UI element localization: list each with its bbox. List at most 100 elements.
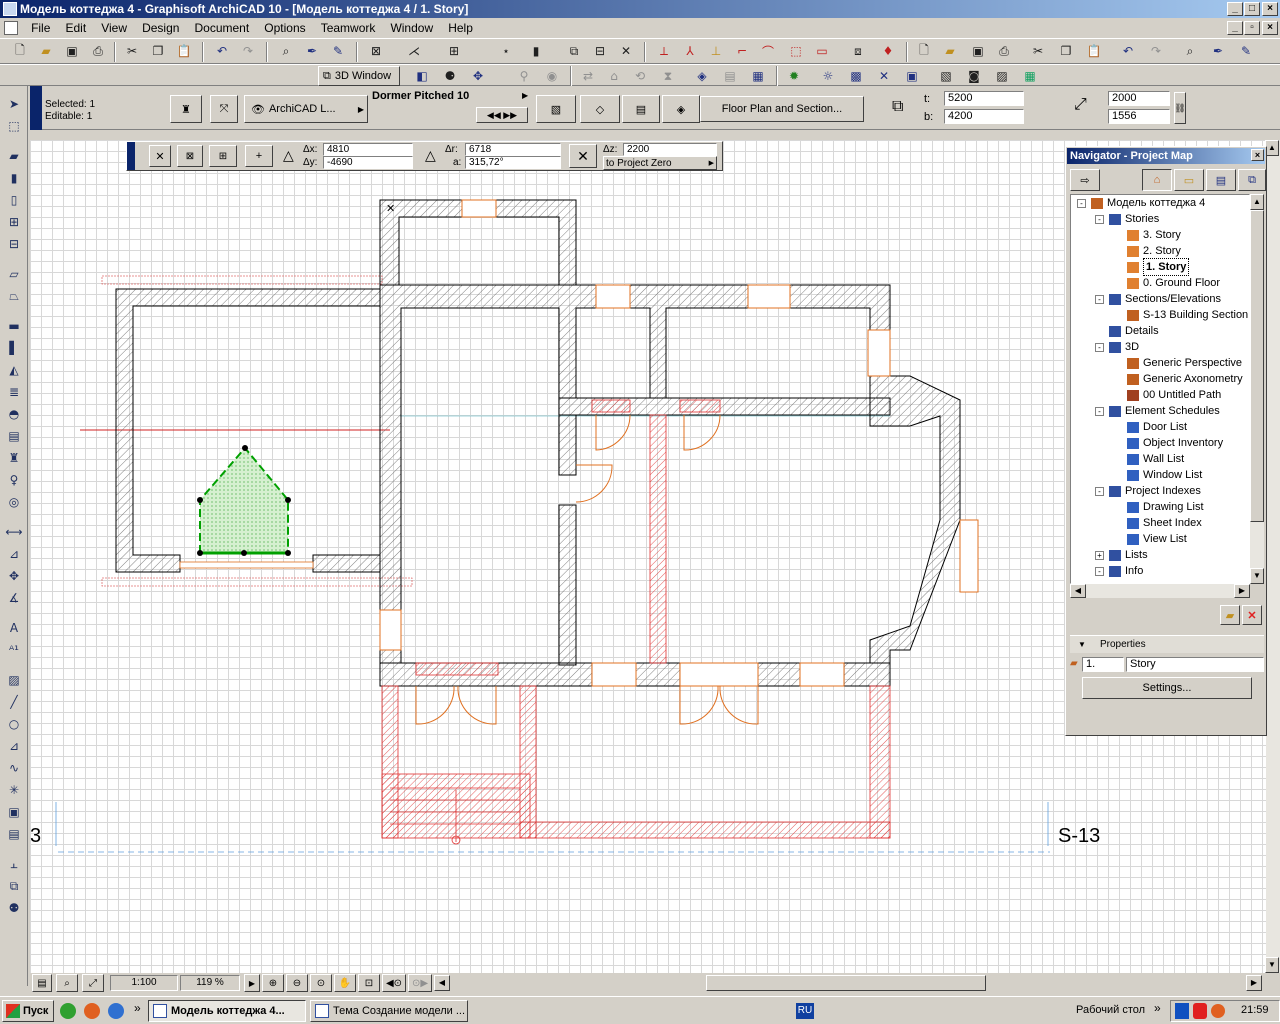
tree-item[interactable]: - Project Indexes: [1095, 483, 1201, 499]
tree-scroll-up-icon[interactable]: ▲: [1250, 194, 1264, 210]
wall-tool-icon[interactable]: ▰: [4, 146, 24, 166]
b-value-field[interactable]: 4200: [944, 109, 1024, 124]
object-tool-icon[interactable]: ▤: [4, 426, 24, 446]
cut-2-icon[interactable]: ✂: [1028, 41, 1048, 61]
maximize-icon[interactable]: □: [1244, 2, 1260, 16]
menu-options[interactable]: Options: [258, 18, 311, 38]
navigator-publish-icon[interactable]: ⇨: [1070, 169, 1100, 191]
height-field[interactable]: 1556: [1108, 109, 1170, 124]
photo-render-icon[interactable]: ▧: [936, 66, 956, 86]
fit-window-icon[interactable]: ⊡: [358, 974, 380, 992]
save-icon[interactable]: ▣: [62, 41, 82, 61]
orbit-icon[interactable]: ⟲: [630, 66, 650, 86]
dz-field[interactable]: 2200: [623, 143, 717, 156]
label-tool-icon[interactable]: ᴬ¹: [4, 640, 24, 660]
zoom-out-icon[interactable]: ⊖: [286, 974, 308, 992]
hotspot-tool-icon[interactable]: ✳: [4, 780, 24, 800]
elevation-reference-icon[interactable]: ✕: [569, 144, 597, 168]
doc-close-icon[interactable]: ×: [1262, 21, 1278, 35]
render-icon[interactable]: ▩: [846, 66, 866, 86]
menu-file[interactable]: File: [25, 18, 56, 38]
3d-display-icon[interactable]: ▣: [902, 66, 922, 86]
tree-item[interactable]: View List: [1113, 531, 1187, 547]
polygon-icon[interactable]: ▭: [812, 41, 832, 61]
polyline-tool-icon[interactable]: ⊿: [4, 736, 24, 756]
adjust-icon[interactable]: ⅄: [680, 41, 700, 61]
settings-button[interactable]: Settings...: [1082, 677, 1252, 699]
camera-icon[interactable]: ⚈: [440, 66, 460, 86]
tree-item[interactable]: 0. Ground Floor: [1113, 275, 1220, 291]
zone-tool-icon[interactable]: ◎: [4, 492, 24, 512]
collapse-icon[interactable]: -: [1095, 342, 1104, 352]
roof-geom-4-icon[interactable]: ◈: [662, 95, 700, 123]
tree-item[interactable]: - Element Schedules: [1095, 403, 1220, 419]
dimension-tool-icon[interactable]: ⟷: [4, 522, 24, 542]
tree-item[interactable]: Window List: [1113, 467, 1202, 483]
start-button[interactable]: Пуск: [2, 1000, 54, 1022]
roof-type-chevron-icon[interactable]: ▶: [522, 91, 528, 100]
doc-minimize-icon[interactable]: _: [1227, 21, 1243, 35]
tree-item[interactable]: Sheet Index: [1113, 515, 1202, 531]
color-icon[interactable]: ▦: [1020, 66, 1040, 86]
new-file-icon[interactable]: 🗋: [10, 41, 30, 61]
scale-display[interactable]: 1:100: [110, 975, 178, 991]
quicklaunch-1-icon[interactable]: [60, 1003, 76, 1019]
tree-vertical-scrollbar[interactable]: ▲ ▼: [1250, 194, 1264, 584]
tree-item[interactable]: S-13 Building Section: [1113, 307, 1248, 323]
undo-icon[interactable]: ↶: [212, 41, 232, 61]
project-map-tab-icon[interactable]: ⌂: [1142, 169, 1172, 191]
language-indicator[interactable]: RU: [796, 1003, 814, 1019]
menu-view[interactable]: View: [95, 18, 133, 38]
find-2-icon[interactable]: ⌕: [1180, 41, 1200, 61]
split-icon[interactable]: ⟂: [654, 41, 674, 61]
story-index-field[interactable]: 1.: [1082, 657, 1124, 672]
hscroll-right-icon[interactable]: ▶: [1246, 975, 1262, 991]
tree-item[interactable]: Wall List: [1113, 451, 1184, 467]
explore-icon[interactable]: ◉: [542, 66, 562, 86]
camera-tool-icon[interactable]: ⚉: [4, 898, 24, 918]
marquee-tool-icon[interactable]: ⬚: [4, 116, 24, 136]
tray-network-icon[interactable]: [1211, 1004, 1225, 1018]
a-field[interactable]: 315,72°: [465, 156, 561, 169]
zoom-fit-icon[interactable]: ⌕: [56, 974, 78, 992]
redo-icon[interactable]: ↷: [238, 41, 258, 61]
grid-snap-icon[interactable]: ⊞: [444, 41, 464, 61]
gravity-icon[interactable]: ⋌: [404, 41, 424, 61]
pan-icon[interactable]: ✋: [334, 974, 356, 992]
zoom-display[interactable]: 119 %: [180, 975, 240, 991]
new-file-2-icon[interactable]: 🗋: [914, 41, 934, 61]
tree-scroll-left-icon[interactable]: ◀: [1070, 584, 1086, 598]
walk-icon[interactable]: ⚲: [514, 66, 534, 86]
slab-tool-icon[interactable]: ▱: [4, 264, 24, 284]
tree-item[interactable]: - Sections/Elevations: [1095, 291, 1221, 307]
dy-field[interactable]: -4690: [323, 156, 413, 169]
collapse-icon[interactable]: -: [1095, 294, 1104, 304]
tree-item[interactable]: Drawing List: [1113, 499, 1204, 515]
menu-design[interactable]: Design: [136, 18, 185, 38]
paste-icon[interactable]: 📋: [174, 41, 194, 61]
story-sensitive-icon[interactable]: ⊟: [590, 41, 610, 61]
tree-scroll-thumb[interactable]: [1250, 210, 1264, 522]
open-file-icon[interactable]: ▰: [36, 41, 56, 61]
scroll-down-icon[interactable]: ▼: [1265, 957, 1279, 973]
ungroup-icon[interactable]: ♦: [878, 41, 898, 61]
hscroll-thumb[interactable]: [706, 975, 986, 991]
collapse-icon[interactable]: -: [1095, 566, 1104, 576]
angle-dimension-icon[interactable]: ∡: [4, 588, 24, 608]
rotation-icon[interactable]: ⤧: [210, 95, 238, 123]
find-select-icon[interactable]: ⌕: [276, 41, 296, 61]
navigator-close-icon[interactable]: ×: [1251, 149, 1264, 161]
width-field[interactable]: 2000: [1108, 91, 1170, 106]
document-menu-icon[interactable]: [4, 21, 18, 35]
menu-edit[interactable]: Edit: [59, 18, 92, 38]
desktop-label[interactable]: Рабочий стол: [1076, 1004, 1145, 1016]
coord-grid-icon[interactable]: ⊠: [177, 145, 203, 167]
t-value-field[interactable]: 5200: [944, 91, 1024, 106]
tray-shield-icon[interactable]: [1175, 1003, 1189, 1019]
cut-icon[interactable]: ✂: [122, 41, 142, 61]
quicklaunch-more-icon[interactable]: »: [134, 1001, 141, 1015]
tree-item[interactable]: - 3D: [1095, 339, 1139, 355]
print-icon[interactable]: ⎙: [88, 41, 108, 61]
save-2-icon[interactable]: ▣: [968, 41, 988, 61]
reference-selector[interactable]: to Project Zero ▶: [603, 156, 717, 170]
